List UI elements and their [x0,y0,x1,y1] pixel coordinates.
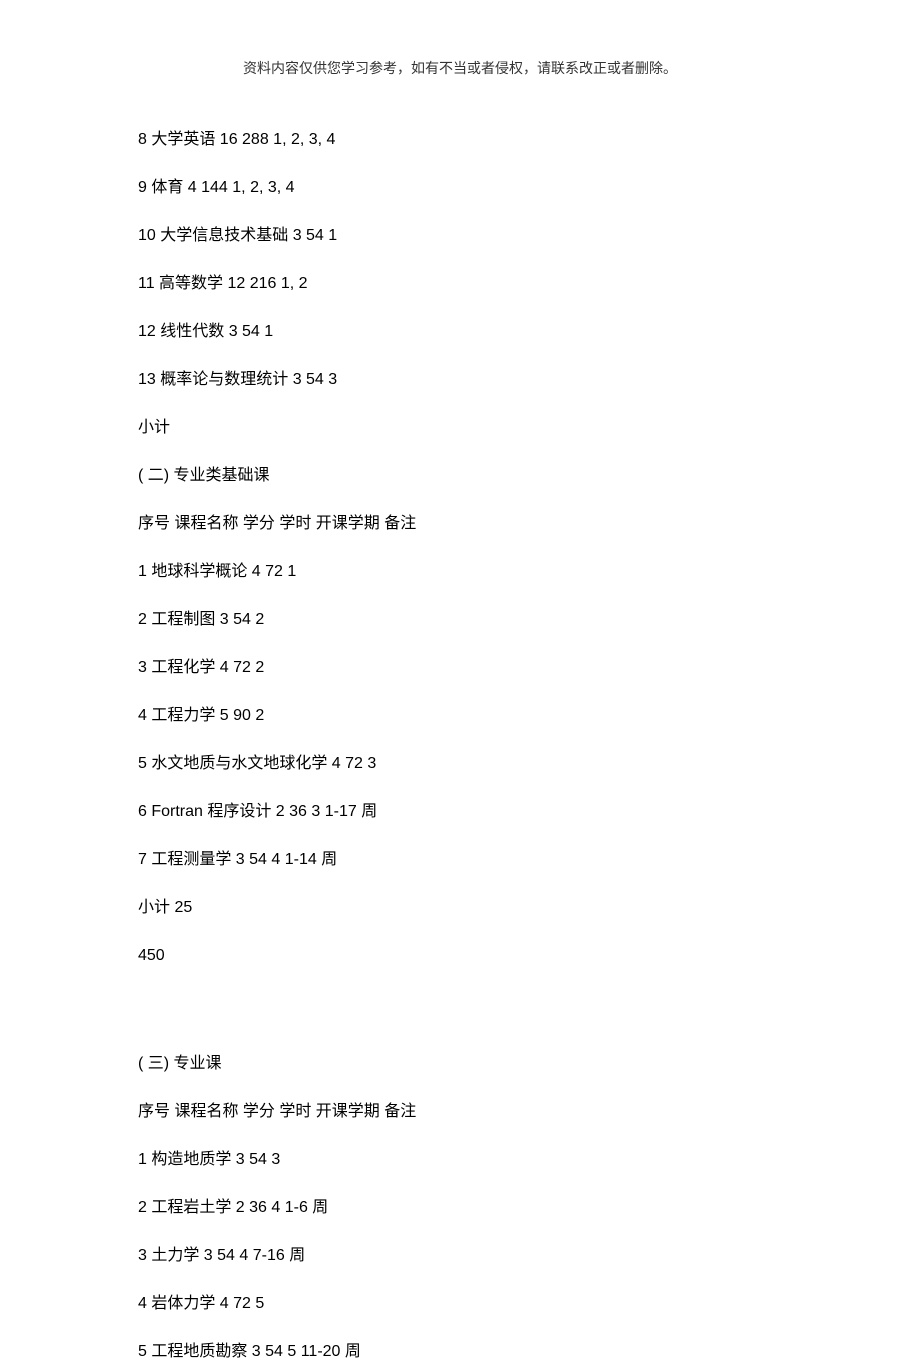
text-line: 2 工程制图 3 54 2 [138,608,800,632]
text-line: 2 工程岩土学 2 36 4 1-6 周 [138,1196,800,1220]
text-line: 13 概率论与数理统计 3 54 3 [138,368,800,392]
text-line: 10 大学信息技术基础 3 54 1 [138,224,800,248]
text-line: 450 [138,944,800,968]
text-line: 11 高等数学 12 216 1, 2 [138,272,800,296]
page-header: 资料内容仅供您学习参考，如有不当或者侵权，请联系改正或者删除。 [0,0,920,128]
spacer [138,992,800,1052]
table-header: 序号 课程名称 学分 学时 开课学期 备注 [138,1100,800,1124]
text-line: 3 工程化学 4 72 2 [138,656,800,680]
text-line: 4 岩体力学 4 72 5 [138,1292,800,1316]
text-line: 5 工程地质勘察 3 54 5 11-20 周 [138,1340,800,1364]
section-heading: ( 三) 专业课 [138,1052,800,1076]
table-header: 序号 课程名称 学分 学时 开课学期 备注 [138,512,800,536]
text-line: 小计 25 [138,896,800,920]
text-line: 8 大学英语 16 288 1, 2, 3, 4 [138,128,800,152]
section-heading: ( 二) 专业类基础课 [138,464,800,488]
text-line: 4 工程力学 5 90 2 [138,704,800,728]
text-line: 9 体育 4 144 1, 2, 3, 4 [138,176,800,200]
text-line: 1 构造地质学 3 54 3 [138,1148,800,1172]
text-line: 7 工程测量学 3 54 4 1-14 周 [138,848,800,872]
text-line: 小计 [138,416,800,440]
document-content: 8 大学英语 16 288 1, 2, 3, 4 9 体育 4 144 1, 2… [0,128,920,1364]
text-line: 6 Fortran 程序设计 2 36 3 1-17 周 [138,800,800,824]
text-line: 3 土力学 3 54 4 7-16 周 [138,1244,800,1268]
text-line: 5 水文地质与水文地球化学 4 72 3 [138,752,800,776]
text-line: 12 线性代数 3 54 1 [138,320,800,344]
text-line: 1 地球科学概论 4 72 1 [138,560,800,584]
